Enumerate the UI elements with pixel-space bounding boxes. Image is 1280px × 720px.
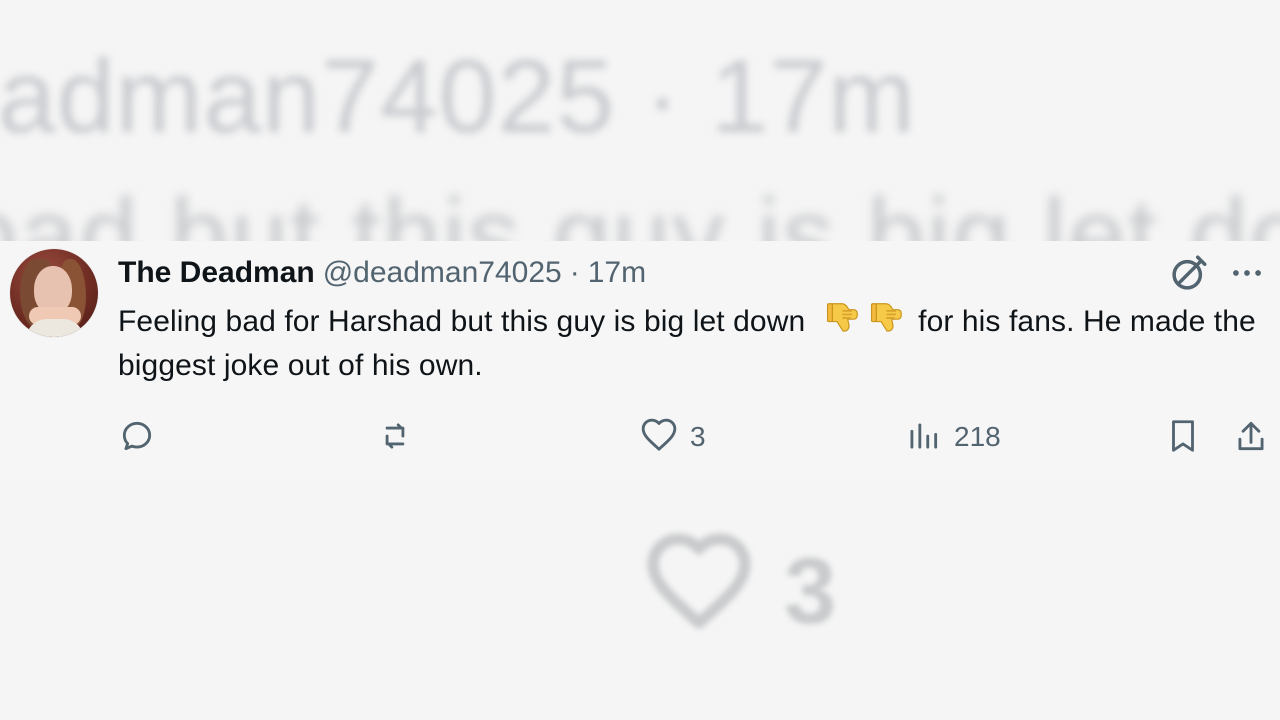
tweet-screenshot-canvas: adman74025 · 17m bad but this guy is big… (0, 0, 1280, 720)
reply-icon (118, 417, 156, 455)
bookmark-button[interactable] (1164, 417, 1202, 455)
repost-button[interactable] (376, 417, 414, 455)
heart-icon (640, 417, 678, 455)
thumbs-down-emoji (868, 299, 906, 337)
repost-icon (376, 417, 414, 455)
tweet-time[interactable]: 17m (588, 258, 646, 288)
more-options-icon[interactable] (1228, 254, 1266, 292)
tweet-text: Feeling bad for Harshad but this guy is … (118, 299, 1258, 388)
blurred-heart-icon (640, 530, 758, 640)
views-button[interactable]: 218 (904, 417, 1001, 455)
view-count: 218 (954, 420, 1001, 452)
avatar[interactable] (10, 249, 98, 337)
user-handle[interactable]: @deadman74025 (323, 258, 562, 288)
blurred-top-text: adman74025 · 17m (0, 39, 916, 155)
thumbs-down-emoji (824, 299, 862, 337)
header-separator: · (569, 256, 580, 289)
grok-icon[interactable] (1168, 252, 1210, 294)
like-button[interactable]: 3 (640, 417, 706, 455)
tweet-card[interactable]: The Deadman @deadman74025 · 17m Feeling … (0, 241, 1280, 481)
blurred-like-count: 3 (784, 538, 837, 643)
tweet-header: The Deadman @deadman74025 · 17m (118, 258, 646, 288)
bookmark-icon (1164, 417, 1202, 455)
reply-button[interactable] (118, 417, 156, 455)
emoji-group (824, 299, 906, 337)
tweet-top-actions (1168, 252, 1266, 294)
tweet-text-before-emoji: Feeling bad for Harshad but this guy is … (118, 305, 806, 338)
display-name[interactable]: The Deadman (118, 258, 315, 288)
tweet-actions: 3 218 (118, 417, 1268, 459)
share-icon (1232, 417, 1270, 455)
like-count: 3 (690, 420, 706, 452)
analytics-icon (904, 417, 942, 455)
tweet-band: The Deadman @deadman74025 · 17m Feeling … (0, 241, 1280, 481)
blurred-like-group: 3 (640, 530, 836, 640)
share-button[interactable] (1232, 417, 1270, 455)
